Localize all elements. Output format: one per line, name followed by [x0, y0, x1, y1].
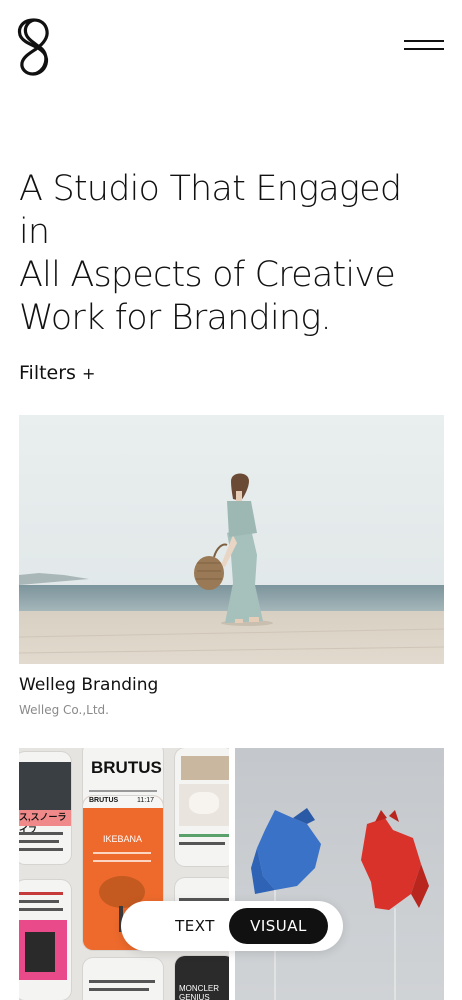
project-image-welleg[interactable] — [19, 415, 444, 664]
brutus-logo-text: BRUTUS — [91, 758, 162, 777]
s-monogram-logo-icon[interactable] — [16, 16, 52, 78]
plus-icon: + — [81, 364, 96, 383]
hamburger-menu-icon[interactable] — [404, 36, 446, 56]
phone-mockup — [83, 958, 163, 1000]
phone-mockup — [19, 880, 71, 1000]
project-client: Welleg Co.,Ltd. — [19, 703, 109, 717]
visual-view-button[interactable]: VISUAL — [229, 908, 328, 944]
hero-headline: A Studio That Engaged in All Aspects of … — [19, 168, 439, 340]
site-header — [0, 0, 462, 100]
project-image-brutus-mockups[interactable]: ス,スノーライフ BRUTUS BRUTUS 11:17 IKEBANA MON… — [19, 748, 229, 1000]
filters-label: Filters — [19, 362, 76, 384]
hero-line-3: Work for Branding. — [19, 298, 332, 338]
project-title[interactable]: Welleg Branding — [19, 675, 158, 695]
hero-line-2: All Aspects of Creative — [19, 255, 396, 295]
phone-caption: MONCLER GENIUS — [179, 984, 220, 1000]
project-image-sculptures[interactable] — [235, 748, 444, 1000]
hero-line-1: A Studio That Engaged in — [19, 169, 402, 252]
view-toggle: TEXT VISUAL — [121, 901, 343, 951]
phone-mockup — [175, 748, 229, 866]
phone-brand: BRUTUS — [89, 797, 119, 804]
phone-time: 11:17 — [137, 797, 154, 804]
phone-mockup-dark: MONCLER GENIUS — [175, 956, 229, 1000]
phone-heading: IKEBANA — [103, 834, 143, 844]
filters-toggle[interactable]: Filters + — [19, 362, 95, 384]
phone-mockup: ス,スノーライフ — [19, 752, 71, 864]
